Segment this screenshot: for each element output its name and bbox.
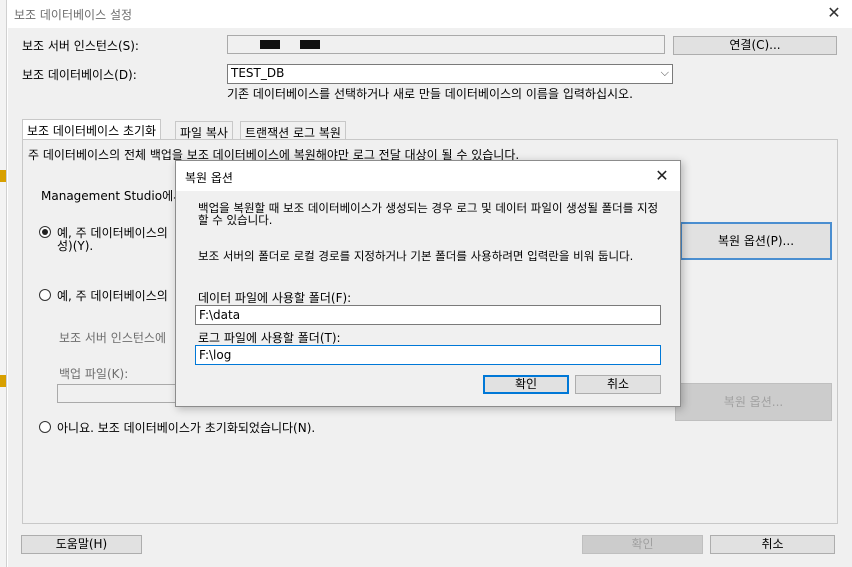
cancel-button[interactable]: 취소 — [710, 535, 835, 554]
ok-button: 확인 — [582, 535, 703, 554]
folder-icon — [0, 375, 6, 387]
dialog-cancel-button[interactable]: 취소 — [575, 375, 661, 394]
background-window-edge — [0, 0, 7, 567]
redacted-block — [300, 40, 320, 49]
dialog-ok-button[interactable]: 확인 — [483, 375, 569, 394]
secondary-database-label: 보조 데이터베이스(D): — [22, 68, 137, 82]
management-studio-text: Management Studio에서 — [41, 189, 185, 203]
dialog-title: 복원 옵션 — [185, 171, 233, 185]
server-instance-field — [227, 35, 665, 54]
restore-options-button-disabled: 복원 옵션... — [675, 383, 832, 421]
backup-file-field — [57, 384, 187, 403]
dialog-description-2: 보조 서버의 폴더로 로컬 경로를 지정하거나 기본 폴더를 사용하려면 입력란… — [198, 249, 634, 263]
log-folder-label: 로그 파일에 사용할 폴더(T): — [198, 331, 341, 345]
dialog-title-bar: 복원 옵션 ✕ — [176, 161, 680, 191]
data-folder-input[interactable] — [195, 305, 661, 325]
chevron-down-icon[interactable]: ⌵ — [661, 66, 669, 80]
option-yes-generate-radio[interactable] — [39, 226, 51, 238]
restore-options-dialog: 복원 옵션 ✕ 백업을 복원할 때 보조 데이터베이스가 생성되는 경우 로그 … — [175, 160, 681, 407]
tab-initialize-secondary[interactable]: 보조 데이터베이스 초기화 — [22, 119, 162, 140]
tab-copy-files[interactable]: 파일 복사 — [175, 121, 233, 140]
option-no-initialized-label: 아니요. 보조 데이터베이스가 초기화되었습니다(N). — [57, 421, 316, 435]
folder-icon — [0, 170, 6, 182]
server-instance-label: 보조 서버 인스턴스(S): — [22, 39, 139, 53]
data-folder-label: 데이터 파일에 사용할 폴더(F): — [198, 291, 352, 305]
tab-label: 파일 복사 — [180, 126, 228, 140]
database-hint: 기존 데이터베이스를 선택하거나 새로 만들 데이터베이스의 이름을 입력하십시… — [227, 87, 633, 101]
tab-label: 보조 데이터베이스 초기화 — [27, 124, 157, 138]
tab-label: 트랜잭션 로그 복원 — [245, 126, 341, 140]
window-title: 보조 데이터베이스 설정 — [14, 8, 133, 22]
redacted-block — [260, 40, 280, 49]
restore-options-button[interactable]: 복원 옵션(P)... — [680, 222, 832, 260]
secondary-database-value: TEST_DB — [231, 66, 285, 80]
close-icon[interactable]: ✕ — [652, 166, 672, 186]
backup-file-label: 백업 파일(K): — [59, 367, 129, 381]
close-icon[interactable]: ✕ — [824, 3, 844, 23]
connect-button[interactable]: 연결(C)... — [673, 36, 837, 55]
server-instance-backup-label: 보조 서버 인스턴스에 — [59, 331, 166, 345]
option-no-initialized-radio[interactable] — [39, 421, 51, 433]
help-button[interactable]: 도움말(H) — [21, 535, 142, 554]
option-yes-restore-radio[interactable] — [39, 289, 51, 301]
secondary-database-combo[interactable]: TEST_DB ⌵ — [227, 64, 673, 84]
option-yes-restore-label: 예, 주 데이터베이스의 — [57, 289, 168, 303]
option-yes-generate-label-line2: 성)(Y). — [57, 239, 94, 253]
dialog-description-1: 백업을 복원할 때 보조 데이터베이스가 생성되는 경우 로그 및 데이터 파일… — [198, 201, 659, 227]
tab-restore-transaction-log[interactable]: 트랜잭션 로그 복원 — [240, 121, 346, 140]
title-bar: 보조 데이터베이스 설정 ✕ — [8, 0, 852, 28]
log-folder-input[interactable] — [195, 345, 661, 365]
